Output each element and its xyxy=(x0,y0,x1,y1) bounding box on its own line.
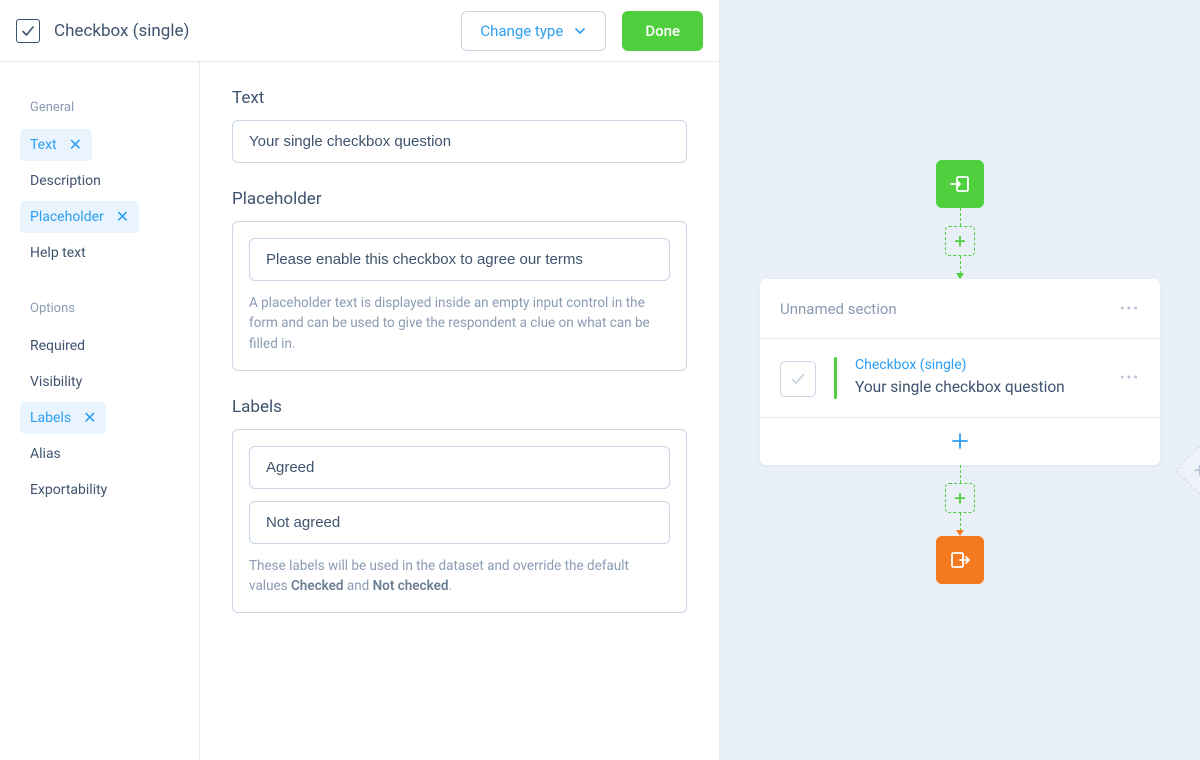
sidebar-item-labels[interactable]: Labels ✕ xyxy=(20,402,106,434)
sidebar-item-label: Description xyxy=(30,173,101,189)
plus-icon: + xyxy=(1194,460,1200,480)
add-question-button[interactable] xyxy=(760,417,1160,465)
start-node[interactable] xyxy=(936,160,984,208)
sidebar-item-label: Required xyxy=(30,338,85,354)
sidebar-item-label: Exportability xyxy=(30,482,107,498)
sidebar-item-label: Help text xyxy=(30,245,86,261)
editor-title: Checkbox (single) xyxy=(54,21,189,41)
placeholder-input[interactable] xyxy=(249,238,670,281)
sidebar-item-label: Visibility xyxy=(30,374,82,390)
placeholder-hint: A placeholder text is displayed inside a… xyxy=(249,293,670,354)
sidebar-item-required[interactable]: Required xyxy=(20,330,95,362)
active-indicator xyxy=(834,357,837,399)
end-node[interactable] xyxy=(936,536,984,584)
text-input[interactable] xyxy=(232,120,687,163)
add-node-slot[interactable]: + xyxy=(945,226,975,256)
sidebar-item-description[interactable]: Description xyxy=(20,165,111,197)
close-icon[interactable]: ✕ xyxy=(83,410,96,426)
add-branch-button[interactable]: + xyxy=(1175,445,1200,496)
sidebar-item-visibility[interactable]: Visibility xyxy=(20,366,92,398)
add-node-slot[interactable]: + xyxy=(945,483,975,513)
section-card[interactable]: Unnamed section ••• Checkbox (single) Yo… xyxy=(760,279,1160,465)
label-checked-input[interactable] xyxy=(249,446,670,489)
field-text: Text xyxy=(232,88,687,163)
plus-icon: + xyxy=(954,488,965,508)
field-label: Placeholder xyxy=(232,189,687,209)
field-label: Text xyxy=(232,88,687,108)
question-type-label: Checkbox (single) xyxy=(855,357,1102,373)
chevron-down-icon xyxy=(573,24,587,38)
label-unchecked-input[interactable] xyxy=(249,501,670,544)
change-type-label: Change type xyxy=(480,22,563,40)
editor-topbar: Checkbox (single) Change type Done xyxy=(0,0,719,62)
field-labels: Labels These labels will be used in the … xyxy=(232,397,687,614)
sidebar-item-label: Labels xyxy=(30,410,71,426)
sidebar-item-label: Alias xyxy=(30,446,61,462)
question-card[interactable]: Checkbox (single) Your single checkbox q… xyxy=(760,339,1160,417)
close-icon[interactable]: ✕ xyxy=(116,209,129,225)
field-label: Labels xyxy=(232,397,687,417)
question-menu-button[interactable]: ••• xyxy=(1120,370,1140,386)
field-placeholder: Placeholder A placeholder text is displa… xyxy=(232,189,687,371)
done-label: Done xyxy=(645,22,680,40)
sidebar-item-text[interactable]: Text ✕ xyxy=(20,129,92,161)
section-menu-button[interactable]: ••• xyxy=(1120,301,1140,317)
plus-icon: + xyxy=(954,231,965,251)
question-title: Your single checkbox question xyxy=(855,377,1102,399)
sidebar-item-placeholder[interactable]: Placeholder ✕ xyxy=(20,201,139,233)
sidebar-item-label: Placeholder xyxy=(30,209,104,225)
sidebar-group-options: Options xyxy=(30,301,199,316)
sidebar-item-label: Text xyxy=(30,137,57,153)
change-type-button[interactable]: Change type xyxy=(461,11,606,51)
checkbox-icon xyxy=(780,361,816,397)
exit-icon xyxy=(948,548,972,572)
labels-hint: These labels will be used in the dataset… xyxy=(249,556,670,597)
sidebar-item-exportability[interactable]: Exportability xyxy=(20,474,117,506)
close-icon[interactable]: ✕ xyxy=(69,137,82,153)
section-title: Unnamed section xyxy=(780,300,897,318)
checkbox-icon xyxy=(16,19,40,43)
canvas-preview[interactable]: + Unnamed section ••• Checkbox (single) xyxy=(720,0,1200,760)
plus-icon xyxy=(950,431,970,451)
form-area: Text Placeholder A placeholder text is d… xyxy=(200,62,719,760)
sidebar-item-help-text[interactable]: Help text xyxy=(20,237,96,269)
sidebar-group-general: General xyxy=(30,100,199,115)
enter-icon xyxy=(948,172,972,196)
property-sidebar: General Text ✕ Description Placeholder ✕… xyxy=(0,62,200,760)
sidebar-item-alias[interactable]: Alias xyxy=(20,438,71,470)
done-button[interactable]: Done xyxy=(622,11,703,51)
